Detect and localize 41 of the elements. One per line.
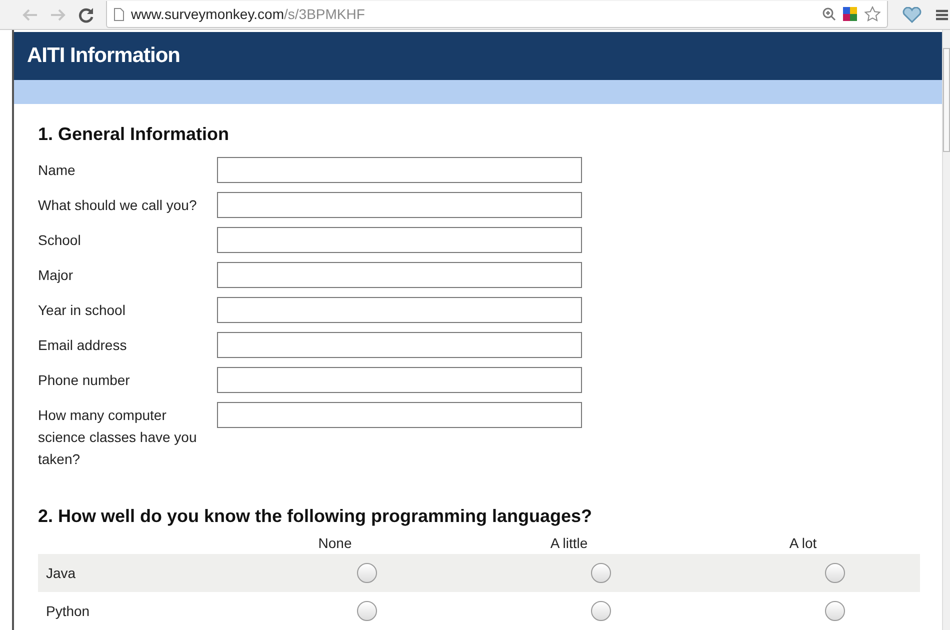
url-path: /s/3BPMKHF (284, 6, 365, 22)
radio-button[interactable] (825, 563, 845, 583)
field-label: Major (38, 266, 74, 285)
field-label: Email address (38, 336, 128, 355)
text-field[interactable] (217, 297, 582, 323)
column-heading: A lot (788, 535, 818, 553)
text-field[interactable] (217, 332, 582, 358)
radio-button[interactable] (357, 601, 377, 621)
text-field[interactable] (217, 227, 582, 253)
field-label: Year in school (38, 301, 126, 320)
star-icon[interactable] (864, 6, 881, 22)
reload-icon[interactable] (78, 6, 94, 22)
text-field[interactable] (217, 402, 582, 428)
url-host: www.surveymonkey.com (131, 6, 284, 22)
section-title: 2. How well do you know the following programming languages? (38, 506, 594, 527)
heart-icon[interactable] (902, 6, 922, 22)
row-label: Java (45, 565, 77, 581)
radio-button[interactable] (591, 601, 611, 621)
radio-button[interactable] (591, 563, 611, 583)
scrollbar[interactable] (942, 30, 950, 630)
column-heading: None (317, 535, 353, 553)
text-field[interactable] (217, 367, 582, 393)
column-heading: A little (549, 535, 589, 553)
section-title: 1. General Information (38, 124, 230, 145)
field-label: What should we call you? (38, 196, 198, 215)
radio-button[interactable] (357, 563, 377, 583)
colorful-extension-icon[interactable] (843, 7, 857, 21)
radio-button[interactable] (825, 601, 845, 621)
survey-title: AITI Information (27, 44, 180, 68)
menu-icon[interactable] (936, 8, 948, 20)
address-bar[interactable]: www.surveymonkey.com/s/3BPMKHF (106, 1, 888, 28)
field-label: School (38, 231, 82, 250)
text-field[interactable] (217, 262, 582, 288)
field-label: Phone number (38, 371, 131, 390)
row-label: Python (45, 603, 91, 619)
field-label: How many computer science classes have you taken? (38, 406, 198, 469)
page-icon (114, 8, 124, 20)
text-field[interactable] (217, 192, 582, 218)
field-label: Name (38, 161, 76, 180)
text-field[interactable] (217, 157, 582, 183)
zoom-icon[interactable] (822, 7, 836, 21)
